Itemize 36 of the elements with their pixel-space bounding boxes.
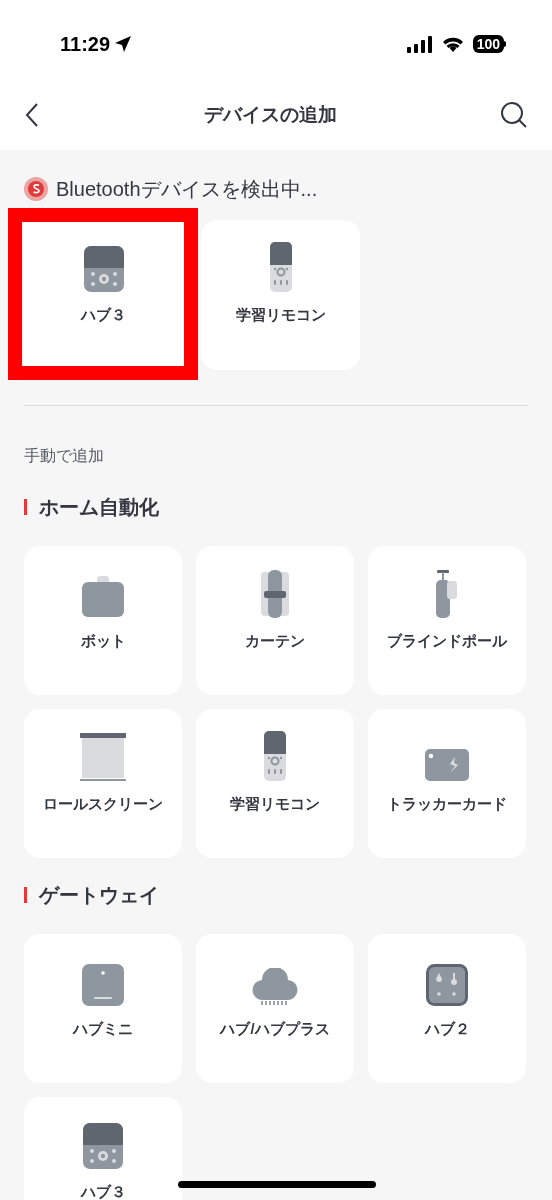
location-arrow-icon [114, 35, 133, 53]
remote-control-icon [264, 731, 286, 781]
device-card[interactable]: 学習リモコン [196, 709, 354, 858]
cloud-hub-icon [251, 968, 299, 1006]
switchbot-logo-icon [24, 177, 48, 201]
search-icon[interactable] [500, 101, 528, 129]
device-card[interactable]: ハブ３ [24, 1097, 182, 1200]
remote-control-icon [269, 242, 292, 292]
battery-indicator: 100 [472, 35, 506, 53]
status-time: 11:29 [60, 32, 111, 57]
device-card[interactable]: ロールスクリーン [24, 709, 182, 858]
hub-mini-icon [82, 964, 124, 1006]
section-heading: ゲートウェイ [39, 883, 159, 908]
section-heading: ホーム自動化 [39, 495, 159, 520]
manual-add-label: 手動で追加 [24, 446, 105, 466]
back-icon[interactable] [24, 102, 40, 128]
wifi-icon [440, 35, 465, 53]
device-card[interactable]: トラッカーカード [368, 709, 526, 858]
curtain-device-icon [261, 570, 289, 618]
device-card[interactable]: 学習リモコン [201, 220, 360, 370]
tracker-card-icon [425, 749, 469, 781]
device-card[interactable]: カーテン [196, 546, 354, 695]
hub-device-icon [83, 1123, 123, 1169]
page-title: デバイスの追加 [203, 102, 337, 127]
device-card[interactable]: ブラインドポール [368, 546, 526, 695]
device-card[interactable]: ハブ２ [368, 934, 526, 1083]
device-card[interactable]: ボット [24, 546, 182, 695]
scanning-status: Bluetoothデバイスを検出中... [56, 177, 318, 202]
bot-device-icon [82, 576, 124, 618]
device-card[interactable]: ハブ/ハブプラス [196, 934, 354, 1083]
hub-device-icon [426, 964, 468, 1006]
signal-icon [406, 35, 433, 53]
device-card[interactable]: ハブミニ [24, 934, 182, 1083]
hub-device-icon [83, 246, 124, 292]
blind-pole-icon [435, 570, 459, 618]
roll-screen-icon [80, 733, 126, 781]
